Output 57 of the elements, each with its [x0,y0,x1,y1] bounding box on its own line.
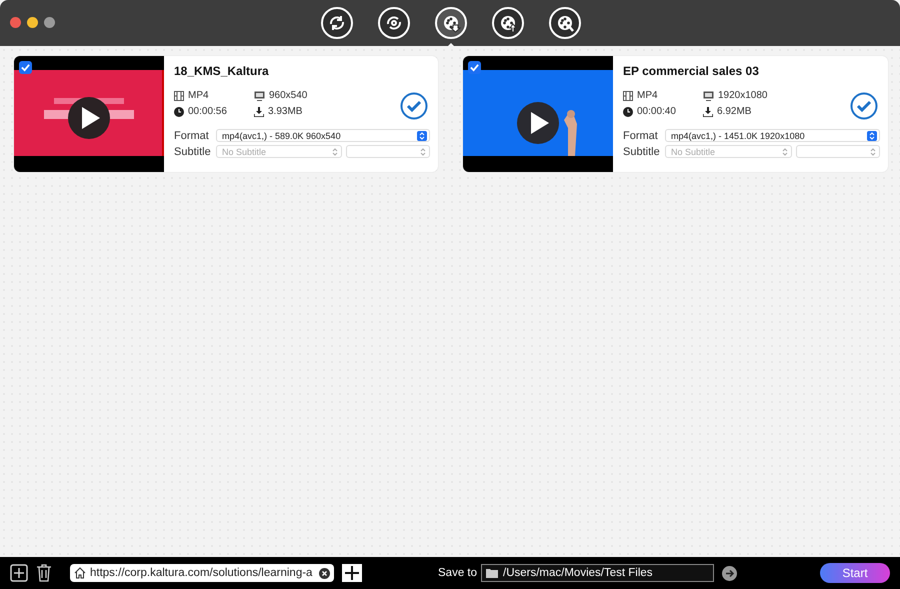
save-path-text: /Users/mac/Movies/Test Files [503,567,653,579]
checkbox[interactable] [468,61,481,74]
url-text: https://corp.kaltura.com/solutions/learning-a [90,567,314,579]
add-button[interactable] [10,564,28,582]
toolbar-button[interactable] [549,7,581,39]
home-icon [74,567,86,579]
stepper-icon [419,146,427,156]
stepper-icon [869,146,877,156]
close-button[interactable] [10,17,21,28]
toolbar-button[interactable] [435,7,467,39]
format-dropdown[interactable]: mp4(avc1,) - 589.0K 960x540 [216,129,430,142]
minimize-button[interactable] [27,17,38,28]
format-text: MP4 [637,90,658,101]
film-icon [623,90,633,100]
clock-icon [623,106,633,116]
duration-text: 00:00:40 [637,106,676,117]
toolbar-button[interactable] [321,7,353,39]
film-icon [174,90,184,100]
save-to-label: Save to [438,567,477,579]
video-title: 18_KMS_Kaltura [174,64,270,78]
video-title: EP commercial sales 03 [623,64,760,78]
size-text: 3.93MB [268,106,302,117]
format-label: Format [623,130,659,142]
film-reel-icon [441,13,461,33]
stepper-icon [781,146,789,156]
go-button[interactable] [722,566,737,580]
format-label: Format [174,130,210,142]
resolution-text: 960x540 [269,90,308,101]
clock-icon [174,106,184,116]
format-text: MP4 [188,90,209,101]
download-icon [254,106,264,116]
monitor-icon [703,90,714,100]
duration-text: 00:00:56 [188,106,227,117]
zoom-button[interactable] [44,17,55,28]
size-text: 6.92MB [717,106,752,117]
toolbar-button[interactable] [492,7,524,39]
download-icon [703,106,713,116]
film-reel-icon [498,13,518,33]
subtitle-label: Subtitle [174,146,212,158]
refresh-icon [327,13,347,33]
url-field[interactable]: https://corp.kaltura.com/solutions/learning-a [70,564,334,582]
checkbox[interactable] [19,61,32,74]
add-url-button[interactable] [342,564,362,582]
trash-button[interactable] [36,564,52,582]
clear-icon[interactable] [319,568,330,578]
stepper-icon [417,130,427,140]
monitor-icon [254,90,265,100]
start-button[interactable]: Start [820,563,890,583]
save-path-field[interactable]: /Users/mac/Movies/Test Files [481,564,714,582]
format-dropdown[interactable]: mp4(avc1,) - 1451.0K 1920x1080 [665,129,880,142]
toolbar-button[interactable] [378,7,410,39]
folder-icon [486,568,498,578]
subtitle-label: Subtitle [623,146,661,158]
resolution-text: 1920x1080 [718,90,768,101]
stepper-icon [867,130,877,140]
stepper-icon [331,146,339,156]
film-reel-icon [555,13,575,33]
